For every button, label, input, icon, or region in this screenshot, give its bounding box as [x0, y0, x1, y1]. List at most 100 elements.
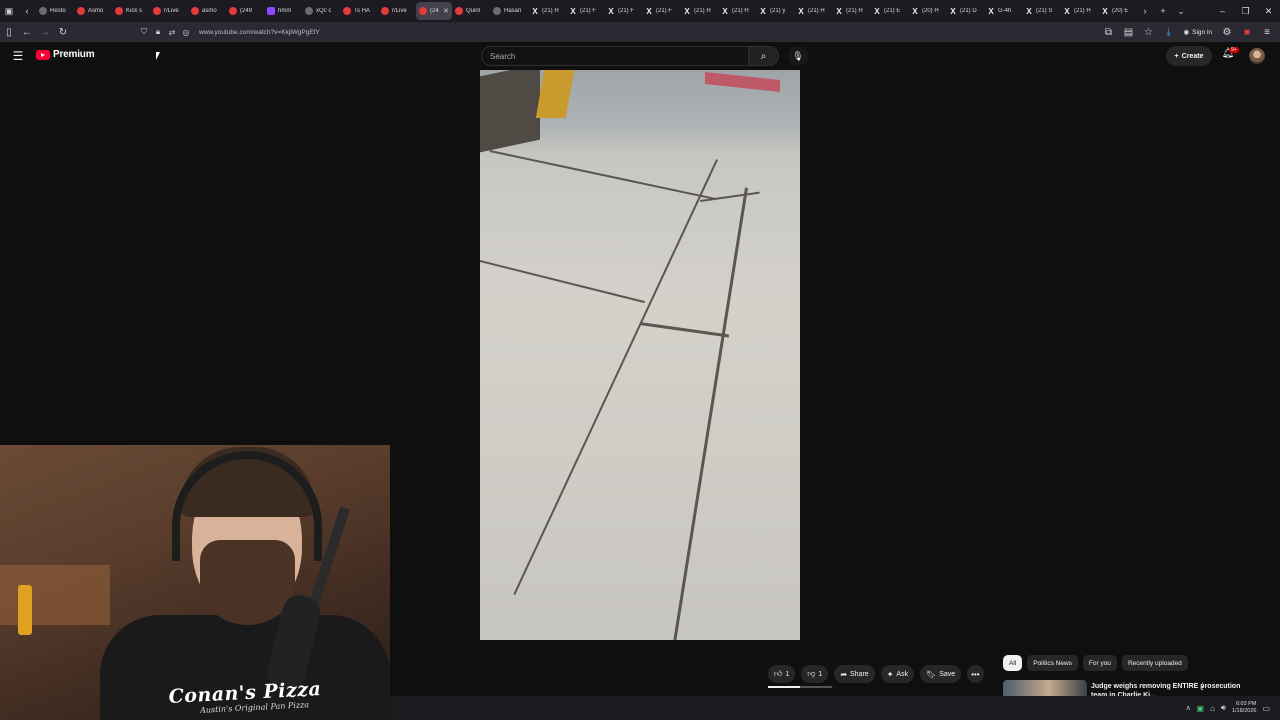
browser-tab[interactable]: X (21) E: [870, 2, 908, 20]
microphone-icon: 🎙︎: [792, 50, 804, 61]
like-count: 1: [785, 670, 790, 678]
browser-tab[interactable]: r/Live: [378, 2, 416, 20]
browser-tab[interactable]: X (21) S: [1022, 2, 1060, 20]
tab-scroll-right-icon[interactable]: ›: [1136, 0, 1154, 22]
minimize-icon[interactable]: –: [1211, 0, 1234, 22]
chip-politics-news[interactable]: Politics News: [1027, 655, 1078, 671]
reader-view-icon[interactable]: ▤: [1119, 22, 1137, 42]
tab-label: r/Live: [392, 8, 407, 14]
browser-tab[interactable]: Ts HA: [340, 2, 378, 20]
dislike-button[interactable]: 👎︎ 1: [801, 665, 829, 683]
chip-all[interactable]: All: [1003, 655, 1023, 671]
browser-tab[interactable]: X (21) H: [1060, 2, 1098, 20]
browser-tab[interactable]: X (21) H: [718, 2, 756, 20]
search-button[interactable]: ⌕: [749, 46, 779, 66]
like-ratio-bar: [768, 686, 800, 688]
browser-tab-strip: ▣ ‹ Resto Asmo Kick s r/Live asmo (249 hmm xQc …: [0, 0, 1280, 22]
tab-label: G-4h: [998, 8, 1012, 14]
browser-tab[interactable]: Kick s: [112, 2, 150, 20]
sidebar-toggle-icon[interactable]: ▯: [0, 22, 18, 42]
browser-tab[interactable]: X (21) H: [528, 2, 566, 20]
save-button[interactable]: 🔖︎ Save: [920, 665, 962, 683]
tracking-icon[interactable]: ◎: [181, 28, 191, 37]
browser-tab[interactable]: hmm: [264, 2, 302, 20]
browser-tab[interactable]: xQc c: [302, 2, 340, 20]
bookmark-star-icon[interactable]: ☆: [1139, 22, 1157, 42]
avatar[interactable]: [1249, 48, 1265, 64]
address-bar[interactable]: ⛉ 🔒︎ ⇄ ◎ www.youtube.com/watch?v=KkjiWgP…: [135, 24, 1105, 40]
url-text[interactable]: www.youtube.com/watch?v=KkjiWgPgEfY: [199, 29, 320, 36]
browser-tab[interactable]: X (21) H: [832, 2, 870, 20]
tray-notifications-icon[interactable]: ▭: [1262, 704, 1270, 713]
voice-search-button[interactable]: 🎙︎: [788, 46, 808, 66]
extension-badge-icon[interactable]: ■: [1238, 22, 1256, 42]
browser-tab[interactable]: asmo: [188, 2, 226, 20]
tray-overflow-icon[interactable]: ˄: [1186, 704, 1191, 713]
tab-favicon-icon: [229, 7, 237, 15]
guide-menu-icon[interactable]: ☰: [10, 49, 26, 63]
tab-label: r/Live: [164, 8, 179, 14]
browser-tab[interactable]: Asmo: [74, 2, 112, 20]
browser-tab[interactable]: X (21) F: [642, 2, 680, 20]
clock-time: 6:03 PM: [1235, 701, 1257, 707]
chip-for-you[interactable]: For you: [1082, 655, 1117, 671]
browser-tab[interactable]: (249: [226, 2, 264, 20]
browser-tab[interactable]: Quinl: [452, 2, 490, 20]
browser-tab[interactable]: X (21) F: [566, 2, 604, 20]
tray-volume-icon[interactable]: 🔊︎: [1221, 703, 1226, 713]
video-frame-wood: [480, 70, 540, 153]
browser-tab[interactable]: X G-4h: [984, 2, 1022, 20]
search-input[interactable]: Search: [481, 46, 749, 66]
tab-scroll-left-icon[interactable]: ‹: [18, 0, 36, 22]
tray-network-icon[interactable]: ⌂: [1210, 704, 1215, 713]
browser-tab[interactable]: X (21) H: [794, 2, 832, 20]
reload-icon[interactable]: ↻: [54, 22, 72, 42]
dislike-count: 1: [818, 670, 823, 678]
browser-tab[interactable]: X (20) E: [1098, 2, 1136, 20]
permissions-icon[interactable]: ⇄: [167, 28, 177, 37]
tab-favicon-icon: X: [1026, 6, 1032, 16]
downloads-icon[interactable]: ⤓: [1159, 22, 1177, 42]
ask-button[interactable]: ✦ Ask: [880, 665, 915, 683]
tab-label: (21) S: [1036, 8, 1053, 14]
share-button[interactable]: ➦ Share: [834, 665, 875, 683]
close-window-icon[interactable]: ✕: [1257, 0, 1280, 22]
sign-in-button[interactable]: ◉ Sign in: [1179, 28, 1216, 37]
tab-list-dropdown-icon[interactable]: ⌄: [1172, 0, 1190, 22]
video-frame-crack: [480, 260, 645, 304]
create-button[interactable]: + Create: [1166, 46, 1212, 66]
tab-favicon-icon: X: [798, 6, 804, 16]
forward-icon[interactable]: →: [36, 22, 54, 42]
system-clock[interactable]: 6:03 PM 1/18/2026: [1232, 701, 1256, 715]
browser-tab[interactable]: X (21) F: [604, 2, 642, 20]
browser-tab[interactable]: r/Live: [150, 2, 188, 20]
more-actions-button[interactable]: •••: [967, 665, 984, 683]
video-player[interactable]: [480, 70, 800, 640]
browser-tab[interactable]: Hasan: [490, 2, 528, 20]
picture-in-picture-icon[interactable]: ⧉: [1099, 22, 1117, 42]
shield-icon[interactable]: ⛉: [139, 27, 149, 37]
browser-tab[interactable]: X (20) H: [908, 2, 946, 20]
new-tab-icon[interactable]: +: [1154, 0, 1172, 22]
back-icon[interactable]: ←: [18, 22, 36, 42]
tab-overview-icon[interactable]: ▣: [0, 0, 18, 22]
browser-tab[interactable]: X (21) H: [680, 2, 718, 20]
browser-tab[interactable]: (24 ✕: [416, 2, 452, 20]
browser-tab[interactable]: Resto: [36, 2, 74, 20]
restore-icon[interactable]: ❐: [1234, 0, 1257, 22]
tab-favicon-icon: [305, 7, 313, 15]
extensions-icon[interactable]: ⚙: [1218, 22, 1236, 42]
like-button[interactable]: 👍︎ 1: [768, 665, 796, 683]
tab-favicon-icon: [115, 7, 123, 15]
video-frame-crack: [489, 150, 715, 200]
tray-app-icon[interactable]: ▣: [1197, 704, 1205, 713]
tab-close-icon[interactable]: ✕: [443, 7, 449, 15]
browser-tab[interactable]: X (21) D: [946, 2, 984, 20]
tab-favicon-icon: X: [722, 6, 728, 16]
youtube-premium-logo[interactable]: Premium: [36, 49, 95, 60]
browser-tab[interactable]: X (21) y: [756, 2, 794, 20]
app-menu-icon[interactable]: ≡: [1258, 22, 1276, 42]
chip-recently-uploaded[interactable]: Recently uploaded: [1121, 655, 1188, 671]
more-vertical-icon[interactable]: ⋮: [1198, 681, 1207, 692]
lock-icon[interactable]: 🔒︎: [153, 27, 163, 37]
